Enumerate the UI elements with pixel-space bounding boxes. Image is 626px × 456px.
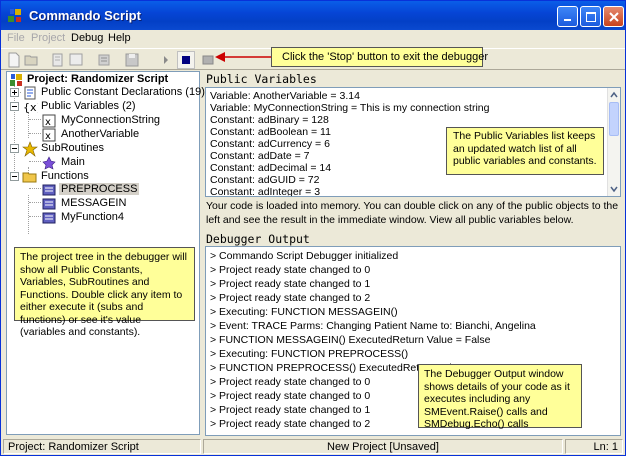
collapse-functions-icon[interactable]: [10, 172, 19, 181]
menu-file[interactable]: File: [7, 32, 25, 44]
menu-bar: File Project Debug Help: [1, 30, 625, 48]
close-icon: [609, 12, 619, 22]
app-window: Commando Script File Project Debug Help: [0, 0, 626, 456]
collapse-subroutines-icon[interactable]: [10, 144, 19, 153]
info-text: Your code is loaded into memory. You can…: [206, 200, 619, 226]
open-icon[interactable]: [23, 51, 41, 69]
variable-line: Constant: adBoolean = 11: [210, 126, 331, 138]
output-line: > Project ready state changed to 0: [210, 264, 371, 276]
output-line: > Event: TRACE Parms: Changing Patient N…: [210, 320, 536, 332]
functions-icon: [22, 172, 37, 183]
public-variables-list[interactable]: Variable: AnotherVariable = 3.14 Variabl…: [205, 87, 621, 197]
tree-variable-label: MyConnectionString: [61, 114, 161, 126]
stop-button[interactable]: [177, 51, 195, 69]
tree-constants-label: Public Constant Declarations (19): [41, 86, 205, 98]
subroutine-icon: [42, 156, 56, 170]
menu-project[interactable]: Project: [31, 32, 65, 44]
tree-functions-label: Functions: [41, 170, 89, 182]
output-line: > Commando Script Debugger initialized: [210, 250, 399, 262]
close-button[interactable]: [603, 6, 624, 27]
output-line: > Project ready state changed to 0: [210, 376, 371, 388]
variable-icon: x: [42, 128, 56, 142]
output-line: > Project ready state changed to 0: [210, 390, 371, 402]
project-tree[interactable]: Project: Randomizer Script Public Consta…: [6, 71, 205, 435]
output-line: > Executing: FUNCTION MESSAGEIN(): [210, 306, 398, 318]
menu-help[interactable]: Help: [108, 32, 131, 44]
callout-arrow: [215, 52, 273, 62]
tree-function-label: PREPROCESS: [59, 183, 140, 195]
maximize-button[interactable]: [580, 6, 601, 27]
variable-line: Constant: adDecimal = 14: [210, 162, 332, 174]
scroll-up-icon[interactable]: [608, 89, 620, 101]
output-line: > Project ready state changed to 1: [210, 404, 371, 416]
tree-subroutine-label: Main: [61, 156, 85, 168]
maximize-icon: [586, 12, 596, 22]
title-bar[interactable]: Commando Script: [1, 1, 625, 30]
variable-line: Constant: adDate = 7: [210, 150, 310, 162]
minimize-icon: [564, 19, 571, 21]
expand-constants-icon[interactable]: [10, 88, 19, 97]
subroutines-icon: [22, 141, 38, 157]
new-icon[interactable]: [5, 51, 23, 69]
variable-line: Variable: MyConnectionString = This is m…: [210, 102, 490, 114]
variable-line: Constant: adCurrency = 6: [210, 138, 330, 150]
copy-icon[interactable]: [67, 51, 85, 69]
debugger-output-header: Debugger Output: [206, 232, 310, 246]
minimize-button[interactable]: [557, 6, 578, 27]
variable-line: Constant: adGUID = 72: [210, 174, 320, 186]
output-line: > Project ready state changed to 2: [210, 418, 371, 430]
variable-line: Constant: adInteger = 3: [210, 186, 321, 197]
scroll-thumb[interactable]: [609, 102, 619, 136]
output-note: The Debugger Output window shows details…: [418, 364, 582, 430]
stop-callout: Click the 'Stop' button to exit the debu…: [271, 47, 488, 67]
collapse-variables-icon[interactable]: [10, 102, 19, 111]
tree-note: The project tree in the debugger will sh…: [14, 247, 195, 338]
menu-debug[interactable]: Debug: [71, 32, 103, 44]
status-file: New Project [Unsaved]: [203, 439, 563, 454]
function-icon: [42, 212, 56, 224]
output-line: > Executing: FUNCTION PREPROCESS(): [210, 348, 409, 360]
tree-function-label: MyFunction4: [61, 211, 124, 223]
app-icon: [8, 9, 21, 22]
run-icon[interactable]: [157, 51, 175, 69]
variables-scrollbar[interactable]: [607, 88, 620, 196]
save-icon[interactable]: [123, 51, 141, 69]
variables-icon: {x}: [23, 101, 38, 114]
scroll-down-icon[interactable]: [608, 183, 620, 195]
public-variables-header: Public Variables: [206, 72, 317, 86]
properties-icon[interactable]: [95, 51, 113, 69]
debugger-output-log[interactable]: > Commando Script Debugger initialized >…: [205, 246, 621, 436]
svg-text:{x}: {x}: [23, 101, 38, 114]
tree-subroutines-label: SubRoutines: [41, 142, 104, 154]
window-title: Commando Script: [29, 8, 141, 23]
output-line: > Project ready state changed to 2: [210, 292, 371, 304]
variable-line: Variable: AnotherVariable = 3.14: [210, 90, 360, 102]
variables-note: The Public Variables list keeps an updat…: [446, 127, 604, 175]
stop-icon: [182, 56, 190, 64]
svg-text:x: x: [45, 131, 51, 142]
status-line: Ln: 1: [565, 439, 623, 454]
tree-root-label: Project: Randomizer Script: [27, 73, 169, 85]
status-project: Project: Randomizer Script: [3, 439, 201, 454]
tree-variables-label: Public Variables (2): [41, 100, 136, 112]
tree-function-label: MESSAGEIN: [61, 197, 127, 209]
cut-icon[interactable]: [49, 51, 67, 69]
tree-variable-label: AnotherVariable: [61, 128, 140, 140]
variable-line: Constant: adBinary = 128: [210, 114, 329, 126]
status-bar: Project: Randomizer Script New Project […: [1, 438, 625, 455]
output-line: > FUNCTION MESSAGEIN() ExecutedReturn Va…: [210, 334, 491, 346]
output-line: > Project ready state changed to 1: [210, 278, 371, 290]
